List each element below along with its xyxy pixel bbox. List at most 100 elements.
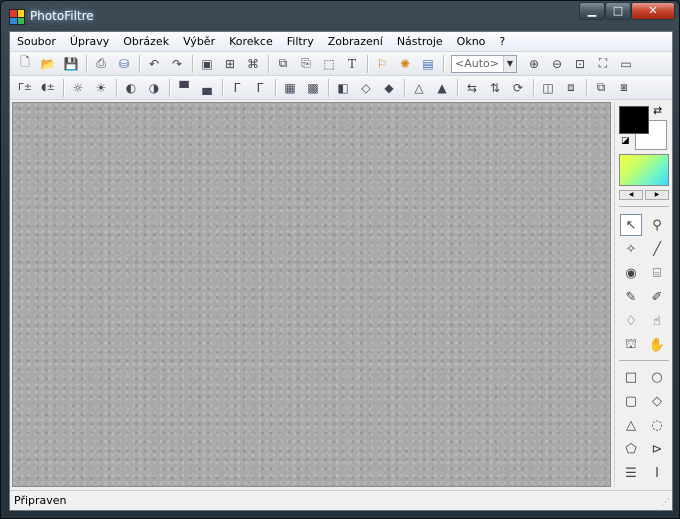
gradient-next-button[interactable]: ▶: [645, 190, 669, 200]
flip-horizontal-icon[interactable]: ⇆: [461, 78, 483, 98]
color-picker-icon[interactable]: ⚲: [646, 214, 668, 236]
grayscale-icon[interactable]: ▦: [279, 78, 301, 98]
paste-layer-icon[interactable]: ⎘: [295, 54, 317, 74]
diamond-selection-icon[interactable]: ◇: [646, 390, 668, 412]
default-colors-icon[interactable]: ◪: [621, 136, 631, 146]
saturation-minus-icon[interactable]: ▀: [173, 78, 195, 98]
menu-nastroje[interactable]: Nástroje: [390, 32, 450, 52]
auto-levels-icon[interactable]: Γ±: [14, 78, 36, 98]
brightness-minus-icon[interactable]: ☼: [67, 78, 89, 98]
canvas-size-icon[interactable]: ⊞: [219, 54, 241, 74]
new-file-icon[interactable]: 🗋: [14, 54, 36, 74]
selection-arrow-icon[interactable]: ↖: [620, 214, 642, 236]
automation-icon[interactable]: ✺: [394, 54, 416, 74]
toolbar-separator: [586, 78, 587, 97]
menu-okno[interactable]: Okno: [450, 32, 493, 52]
toolbar-separator: [457, 78, 458, 97]
menu-upravy[interactable]: Úpravy: [63, 32, 116, 52]
lasso-selection-icon[interactable]: ◌: [646, 414, 668, 436]
gradient-prev-button[interactable]: ◀: [619, 190, 643, 200]
vertical-text-icon[interactable]: Ⅰ: [646, 462, 668, 484]
scan-icon[interactable]: ⛁: [113, 54, 135, 74]
redo-icon[interactable]: ↷: [166, 54, 188, 74]
toolbar-separator: [86, 54, 87, 73]
screen-capture-icon[interactable]: ▤: [417, 54, 439, 74]
swap-colors-icon[interactable]: ⇄: [653, 104, 662, 117]
menu-korekce[interactable]: Korekce: [222, 32, 280, 52]
close-button[interactable]: ✕: [631, 2, 675, 20]
clone-stamp-icon[interactable]: ⛫: [620, 334, 642, 356]
main-toolbar: 🗋 📂 💾 ⎙ ⛁ ↶ ↷ ▣ ⊞ ⌘ ⧉ ⎘ ⬚ T ⚐ ✺ ▤ <Auto>: [10, 52, 672, 76]
advanced-brush-icon[interactable]: ✐: [646, 286, 668, 308]
spray-icon[interactable]: ⌸: [646, 262, 668, 284]
menu-zobrazeni[interactable]: Zobrazení: [321, 32, 390, 52]
zoom-out-icon[interactable]: ⊖: [546, 54, 568, 74]
ellipse-selection-icon[interactable]: ○: [646, 366, 668, 388]
title-bar[interactable]: PhotoFiltre ▁ □ ✕: [1, 1, 679, 31]
minimize-button[interactable]: ▁: [579, 2, 605, 20]
auto-contrast-icon[interactable]: ◖±: [37, 78, 59, 98]
text-tool-icon[interactable]: T: [341, 54, 363, 74]
rectangle-selection-icon[interactable]: □: [620, 366, 642, 388]
triangle-selection-icon[interactable]: △: [620, 414, 642, 436]
gradient-preview[interactable]: [619, 154, 669, 186]
blur-drop-icon[interactable]: ♢: [620, 310, 642, 332]
fit-image-icon[interactable]: ⛶: [592, 54, 614, 74]
transparency-icon[interactable]: ⌘: [242, 54, 264, 74]
menu-filtry[interactable]: Filtry: [280, 32, 321, 52]
mirror-icon[interactable]: ◫: [537, 78, 559, 98]
sepia-icon[interactable]: ▩: [302, 78, 324, 98]
fullscreen-icon[interactable]: ▭: [615, 54, 637, 74]
smudge-finger-icon[interactable]: ☝: [646, 310, 668, 332]
undo-icon[interactable]: ↶: [143, 54, 165, 74]
chevron-down-icon[interactable]: ▼: [503, 55, 516, 72]
zoom-value: <Auto>: [455, 57, 499, 70]
rotate-icon[interactable]: ⟳: [507, 78, 529, 98]
line-tool-icon[interactable]: ╱: [646, 238, 668, 260]
saturation-plus-icon[interactable]: ▄: [196, 78, 218, 98]
sharpen-icon[interactable]: ◆: [378, 78, 400, 98]
actual-size-icon[interactable]: ⊡: [569, 54, 591, 74]
zoom-in-icon[interactable]: ⊕: [523, 54, 545, 74]
image-import-icon[interactable]: ⧆: [613, 78, 635, 98]
open-folder-icon[interactable]: 📂: [37, 54, 59, 74]
copy-layer-icon[interactable]: ⧉: [272, 54, 294, 74]
zoom-select[interactable]: <Auto> ▼: [451, 54, 517, 73]
print-icon[interactable]: ⎙: [90, 54, 112, 74]
workspace-canvas[interactable]: [12, 102, 611, 487]
menu-obrazek[interactable]: Obrázek: [116, 32, 176, 52]
image-export-icon[interactable]: ⧉: [590, 78, 612, 98]
contrast-minus-icon[interactable]: ◐: [120, 78, 142, 98]
foreground-color-swatch[interactable]: [619, 106, 649, 134]
hand-scroll-icon[interactable]: ✋: [646, 334, 668, 356]
contrast-plus-icon[interactable]: ◑: [143, 78, 165, 98]
maximize-button[interactable]: □: [605, 2, 631, 20]
horizontal-text-icon[interactable]: ☰: [620, 462, 642, 484]
save-icon[interactable]: 💾: [60, 54, 82, 74]
sharpen-more-icon[interactable]: ▲: [431, 78, 453, 98]
gamma-minus-icon[interactable]: Γ: [226, 78, 248, 98]
photofiltre-app-icon[interactable]: [9, 9, 25, 25]
browser-icon[interactable]: ⚐: [371, 54, 393, 74]
menu-vyber[interactable]: Výběr: [176, 32, 222, 52]
polygon-selection-icon[interactable]: ⬠: [620, 438, 642, 460]
resize-grip-icon[interactable]: ⋰: [661, 498, 670, 508]
toolbar-separator: [139, 54, 140, 73]
brush-icon[interactable]: ✎: [620, 286, 642, 308]
flip-vertical-icon[interactable]: ⇅: [484, 78, 506, 98]
fill-bucket-icon[interactable]: ◉: [620, 262, 642, 284]
soften-icon[interactable]: △: [408, 78, 430, 98]
menu-soubor[interactable]: Soubor: [10, 32, 63, 52]
menu-help[interactable]: ?: [492, 32, 512, 52]
image-size-icon[interactable]: ▣: [196, 54, 218, 74]
load-shape-icon[interactable]: ⊳: [646, 438, 668, 460]
antialias-icon[interactable]: ◧: [332, 78, 354, 98]
brightness-plus-icon[interactable]: ☀: [90, 78, 112, 98]
duplicate-icon[interactable]: ⧈: [560, 78, 582, 98]
gamma-plus-icon[interactable]: Γ: [249, 78, 271, 98]
toolbar-separator: [116, 78, 117, 97]
crop-selection-icon[interactable]: ⬚: [318, 54, 340, 74]
magic-wand-icon[interactable]: ✧: [620, 238, 642, 260]
blur-icon[interactable]: ◇: [355, 78, 377, 98]
rounded-rect-selection-icon[interactable]: ▢: [620, 390, 642, 412]
